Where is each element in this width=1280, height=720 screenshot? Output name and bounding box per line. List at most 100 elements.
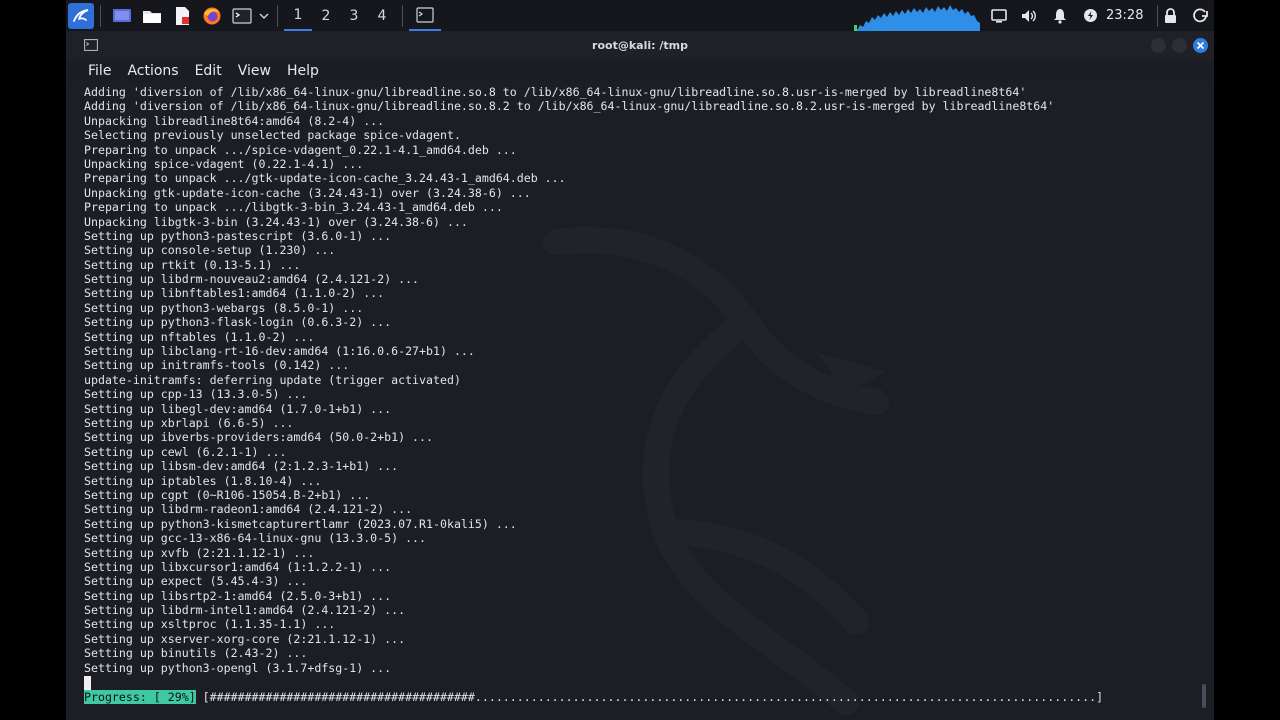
firefox-launcher[interactable]: [197, 0, 227, 31]
terminal-line: Setting up cewl (6.2.1-1) ...: [84, 444, 287, 459]
desktop-icon: [113, 8, 131, 22]
terminal-line: update-initramfs: deferring update (trig…: [84, 372, 461, 387]
terminal-line: Setting up libdrm-nouveau2:amd64 (2.4.12…: [84, 272, 420, 287]
progress-label: Progress: [ 29%]: [84, 690, 196, 704]
menu-help[interactable]: Help: [287, 63, 319, 79]
bell-icon: [1054, 8, 1066, 24]
terminal-scrollbar[interactable]: [1202, 684, 1206, 708]
menu-file[interactable]: File: [88, 63, 111, 79]
terminal-line: Selecting previously unselected package …: [84, 128, 461, 143]
terminal-line: Setting up libxcursor1:amd64 (1:1.2.2-1)…: [84, 559, 392, 574]
terminal-line: Setting up xsltproc (1.1.35-1.1) ...: [84, 617, 336, 632]
terminal-line: Setting up initramfs-tools (0.142) ...: [84, 358, 350, 373]
kali-dragon-icon: [73, 8, 89, 22]
show-desktop-button[interactable]: [107, 0, 137, 31]
terminal-line: Setting up binutils (2.43-2) ...: [84, 646, 308, 661]
terminal-line: Setting up libsrtp2-1:amd64 (2.5.0-3+b1)…: [84, 588, 392, 603]
terminal-line: Setting up python3-pastescript (3.6.0-1)…: [84, 228, 392, 243]
menu-view[interactable]: View: [238, 63, 271, 79]
notifications-button[interactable]: [1048, 0, 1072, 31]
terminal-line: Setting up iptables (1.8.10-4) ...: [84, 473, 322, 488]
terminal-line: Setting up python3-kismetcapturertlamr (…: [84, 516, 517, 531]
terminal-line: Unpacking libreadline8t64:amd64 (8.2-4) …: [84, 113, 385, 128]
terminal-output[interactable]: Adding 'diversion of /lib/x86_64-linux-g…: [66, 82, 1214, 720]
terminal-cursor: [84, 676, 91, 690]
text-editor-icon: [176, 6, 189, 25]
terminal-line: Setting up libegl-dev:amd64 (1.7.0-1+b1)…: [84, 401, 392, 416]
lock-screen-button[interactable]: [1158, 0, 1182, 31]
terminal-line: Setting up nftables (1.1.0-2) ...: [84, 329, 315, 344]
logout-icon: [1192, 8, 1208, 23]
maximize-button[interactable]: [1172, 38, 1187, 53]
terminal-line: Adding 'diversion of /lib/x86_64-linux-g…: [84, 99, 1055, 114]
terminal-line: Setting up xserver-xorg-core (2:21.1.12-…: [84, 631, 406, 646]
terminal-line: Setting up console-setup (1.230) ...: [84, 243, 336, 258]
terminal-line: Preparing to unpack .../gtk-update-icon-…: [84, 171, 566, 186]
terminal-icon: [232, 7, 252, 24]
lock-icon: [1164, 7, 1176, 23]
text-editor-launcher[interactable]: [167, 0, 197, 31]
display-button[interactable]: [986, 0, 1012, 31]
terminal-line: Setting up cgpt (0~R106-15054.B-2+b1) ..…: [84, 487, 371, 502]
terminal-line: Setting up expect (5.45.4-3) ...: [84, 574, 308, 589]
close-button[interactable]: [1193, 38, 1208, 53]
terminal-lines: Adding 'diversion of /lib/x86_64-linux-g…: [84, 85, 1054, 675]
file-manager-launcher[interactable]: [137, 0, 167, 31]
terminal-line: Setting up python3-opengl (3.1.7+dfsg-1)…: [84, 660, 392, 675]
menu-actions[interactable]: Actions: [127, 63, 178, 79]
terminal-line: Preparing to unpack .../spice-vdagent_0.…: [84, 142, 517, 157]
volume-button[interactable]: [1016, 0, 1042, 31]
terminal-line: Unpacking gtk-update-icon-cache (3.24.43…: [84, 185, 531, 200]
top-panel: 1 2 3 4 23:28: [66, 0, 1214, 31]
chevron-down-icon: [259, 13, 269, 19]
close-icon: [1196, 41, 1205, 50]
terminal-line: Setting up ibverbs-providers:amd64 (50.0…: [84, 430, 434, 445]
terminal-line: Setting up python3-flask-login (0.6.3-2)…: [84, 315, 392, 330]
terminal-line: Setting up rtkit (0.13-5.1) ...: [84, 257, 301, 272]
window-title: root@kali: /tmp: [592, 39, 688, 52]
terminal-line: Setting up cpp-13 (13.3.0-5) ...: [84, 387, 308, 402]
panel-separator: [100, 4, 101, 27]
apt-progress: Progress: [ 29%] [######################…: [84, 690, 1103, 704]
menu-edit[interactable]: Edit: [195, 63, 222, 79]
firefox-icon: [203, 7, 221, 24]
terminal-line: Setting up libdrm-intel1:amd64 (2.4.121-…: [84, 603, 406, 618]
terminal-line: Setting up gcc-13-x86-64-linux-gnu (13.3…: [84, 531, 427, 546]
terminal-line: Unpacking spice-vdagent (0.22.1-4.1) ...: [84, 156, 364, 171]
progress-bar: [######################################.…: [195, 690, 1104, 704]
clock[interactable]: 23:28: [1106, 0, 1143, 31]
terminal-titlebar[interactable]: root@kali: /tmp: [66, 31, 1214, 60]
terminal-line: Setting up libdrm-radeon1:amd64 (2.4.121…: [84, 502, 413, 517]
workspace-2[interactable]: 2: [312, 0, 340, 31]
terminal-line: Adding 'diversion of /lib/x86_64-linux-g…: [84, 85, 1027, 99]
display-icon: [991, 8, 1007, 23]
terminal-line: Setting up python3-webargs (8.5.0-1) ...: [84, 300, 364, 315]
logout-button[interactable]: [1188, 0, 1212, 31]
minimize-button[interactable]: [1151, 38, 1166, 53]
power-manager-button[interactable]: [1078, 0, 1102, 31]
workspace-3[interactable]: 3: [340, 0, 368, 31]
terminal-launcher[interactable]: [227, 0, 257, 31]
terminal-icon: [416, 6, 434, 23]
volume-icon: [1022, 9, 1036, 22]
taskbar-terminal-window[interactable]: [409, 0, 441, 31]
terminal-line: Unpacking libgtk-3-bin (3.24.43-1) over …: [84, 214, 468, 229]
workspace-4[interactable]: 4: [368, 0, 396, 31]
cpu-graph-plugin[interactable]: [854, 3, 980, 31]
folder-icon: [143, 10, 161, 23]
panel-separator: [402, 4, 403, 27]
terminal-menubar: File Actions Edit View Help: [66, 60, 1214, 82]
terminal-line: Setting up xvfb (2:21.1.12-1) ...: [84, 545, 315, 560]
terminal-line: Setting up libclang-rt-16-dev:amd64 (1:1…: [84, 344, 475, 359]
power-manager-icon: [1083, 9, 1097, 22]
cpu-graph-fill: [854, 5, 980, 31]
kali-menu-button[interactable]: [68, 2, 94, 29]
workspace-1[interactable]: 1: [284, 0, 312, 31]
terminal-line: Preparing to unpack .../libgtk-3-bin_3.2…: [84, 200, 503, 215]
terminal-launcher-dropdown[interactable]: [257, 0, 271, 31]
terminal-line: Setting up libsm-dev:amd64 (2:1.2.3-1+b1…: [84, 459, 399, 474]
panel-separator: [277, 4, 278, 27]
terminal-line: Setting up libnftables1:amd64 (1.1.0-2) …: [84, 286, 385, 301]
terminal-line: Setting up xbrlapi (6.6-5) ...: [84, 415, 294, 430]
desktop: 1 2 3 4 23:28 root@kali: /tmp File Actio…: [66, 0, 1214, 720]
